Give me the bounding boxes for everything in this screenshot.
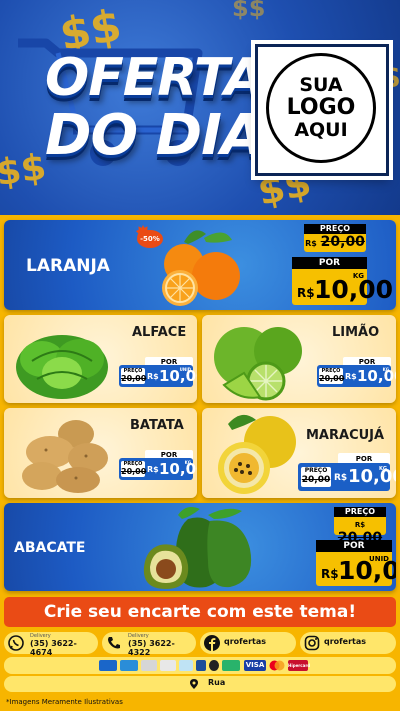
price-unit: KG <box>382 367 389 372</box>
price-value: 10,00 <box>357 367 396 385</box>
price-tag: POR PREÇO 20,00 R$ 10,00 KG <box>298 453 396 493</box>
price-unit: KG <box>184 460 191 465</box>
price-unit: KG <box>352 272 364 280</box>
instagram-contact[interactable]: qrofertas <box>300 632 396 654</box>
old-price: 20,00 <box>121 467 147 476</box>
price-before-box: PREÇO R$ 20,00 <box>304 224 366 254</box>
orange-image <box>162 230 240 306</box>
payment-methods: VISA Hipercard <box>4 657 396 674</box>
product-card-abacate[interactable]: ABACATE PREÇO R$ 20,00 POR R$ 10,00 UNID <box>4 503 396 591</box>
price-tag: POR PREÇO20,00 R$ 10,00 UNID <box>119 357 197 387</box>
title-line-1: OFERTA <box>45 48 265 108</box>
old-price: 20,00 <box>301 475 331 485</box>
product-name: ABACATE <box>14 540 86 556</box>
location-pin-icon <box>190 679 198 689</box>
price-unit: UNID <box>369 555 389 563</box>
price-tag: POR PREÇO20,00 R$ 10,00 KG <box>119 450 197 480</box>
hipercard-icon: Hipercard <box>288 660 310 671</box>
whatsapp-number: (35) 3622-4674 <box>30 639 77 657</box>
price-now-box: POR R$ 10,00 KG <box>292 257 393 305</box>
facebook-handle: qrofertas <box>224 637 267 646</box>
lime-image <box>214 327 302 401</box>
old-price: 20,00 <box>319 374 345 383</box>
currency: R$ <box>297 286 315 300</box>
product-name: LARANJA <box>26 256 110 276</box>
product-name: BATATA <box>130 418 184 433</box>
pix-icon <box>160 660 176 671</box>
lettuce-image <box>16 335 108 399</box>
price-now-box: POR R$ 10,00 UNID <box>316 540 396 586</box>
address-bar[interactable]: Rua <box>4 676 396 692</box>
logo-text-3: AQUI <box>294 119 348 142</box>
elo-icon <box>209 660 219 671</box>
phone-number: (35) 3622-4322 <box>128 639 175 657</box>
price-value: 10,00 <box>159 367 197 385</box>
old-price: 20,00 <box>320 234 365 250</box>
money-sign-decoration: $$ <box>232 0 266 22</box>
preco-label: PREÇO <box>304 224 366 234</box>
product-name: MARACUJÁ <box>306 428 385 443</box>
product-card-limao[interactable]: LIMÃO POR PREÇO20,00 R$ 10,00 KG <box>202 315 396 403</box>
currency: R$ <box>345 372 357 381</box>
whatsapp-contact[interactable]: Delivery (35) 3622-4674 <box>4 632 98 657</box>
price-tag: POR PREÇO20,00 R$ 10,00 KG <box>317 357 396 387</box>
avocado-image <box>143 507 252 589</box>
cta-banner[interactable]: Crie seu encarte com este tema! <box>4 597 396 627</box>
amex-icon <box>196 660 206 671</box>
mastercard-icon <box>269 660 285 671</box>
voucher-icon <box>222 660 240 671</box>
product-card-laranja[interactable]: LARANJA -50% PREÇO R$ 20,00 POR R$ 10,00… <box>4 220 396 310</box>
por-label: POR <box>292 257 367 269</box>
cash-icon <box>141 660 157 671</box>
product-name: ALFACE <box>132 325 187 340</box>
product-card-maracuja[interactable]: MARACUJÁ POR PREÇO 20,00 R$ 10,00 KG <box>202 408 396 498</box>
product-card-alface[interactable]: ALFACE POR PREÇO20,00 R$ 10,00 UNID <box>4 315 197 403</box>
old-currency: R$ <box>354 521 366 529</box>
address-text: Rua <box>208 678 226 687</box>
price-unit: UNID <box>179 367 191 372</box>
phone-contact[interactable]: Delivery (35) 3622-4322 <box>102 632 196 657</box>
currency: R$ <box>334 473 348 483</box>
preco-label: PREÇO <box>304 467 328 474</box>
product-card-batata[interactable]: BATATA POR PREÇO20,00 R$ 10,00 KG <box>4 408 197 498</box>
product-name: LIMÃO <box>332 325 380 340</box>
potato-image <box>22 420 108 493</box>
logo-text-1: SUA <box>299 74 343 97</box>
visa-icon: VISA <box>244 660 266 671</box>
logo-circle: SUA LOGO AQUI <box>266 53 376 163</box>
passion-fruit-image <box>218 414 296 494</box>
facebook-icon <box>204 635 220 651</box>
debit-card-icon <box>120 660 138 671</box>
logo-text-2: LOGO <box>286 94 356 120</box>
preco-label: PREÇO <box>334 507 386 517</box>
instagram-icon <box>304 635 320 651</box>
currency: R$ <box>147 465 159 474</box>
phone-icon <box>108 637 120 649</box>
title-line-2: DO DIA <box>45 103 264 168</box>
price-before-box: PREÇO R$ 20,00 <box>334 507 386 546</box>
por-label: POR <box>316 540 392 552</box>
ticket-icon <box>179 660 193 671</box>
old-currency: R$ <box>305 239 317 248</box>
currency: R$ <box>321 567 339 581</box>
old-price: 20,00 <box>121 374 147 383</box>
credit-card-icon <box>99 660 117 671</box>
price-value: 10,00 <box>159 460 197 478</box>
currency: R$ <box>147 372 159 381</box>
header-banner: $$ $$ $$ $$ $$ OFERTA DO DIA SUA LOGO AQ… <box>0 0 400 215</box>
disclaimer-text: *Imagens Meramente Ilustrativas <box>6 698 123 706</box>
logo-placeholder[interactable]: SUA LOGO AQUI <box>255 44 389 176</box>
instagram-handle: qrofertas <box>324 637 367 646</box>
whatsapp-icon <box>8 635 24 651</box>
price-unit: KG <box>379 466 387 472</box>
price-value: 10,00 <box>348 466 396 487</box>
facebook-contact[interactable]: qrofertas <box>200 632 296 654</box>
